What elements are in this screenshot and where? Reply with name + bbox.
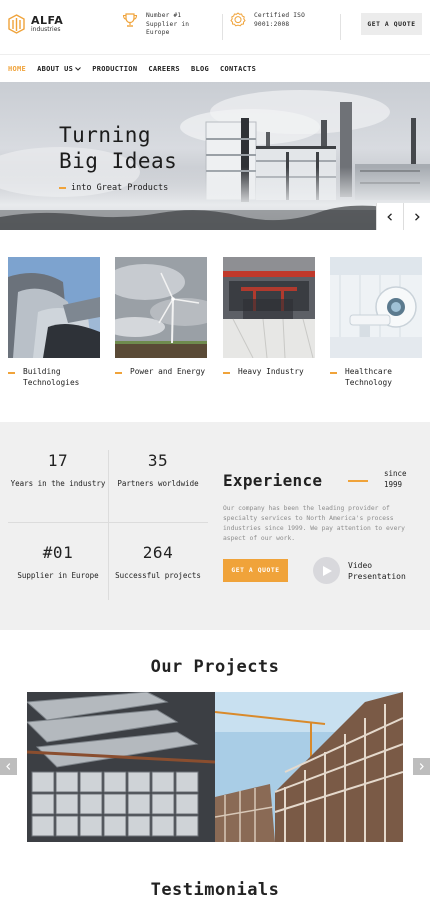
experience-since: since 1999	[384, 469, 407, 489]
chevron-right-icon	[419, 763, 424, 770]
power-and-energy-image	[115, 257, 207, 358]
main-nav: HOME ABOUT US PRODUCTION CAREERS BLOG CO…	[0, 54, 430, 82]
hero-slider-controls	[376, 203, 430, 230]
logo-icon	[8, 14, 25, 34]
stat-label: Successful projects	[115, 571, 201, 580]
stat-value: 35	[147, 451, 169, 470]
certificate-icon	[230, 12, 246, 27]
building-technologies-image	[8, 257, 100, 358]
nav-item-about-us[interactable]: ABOUT US	[37, 65, 82, 73]
stat-label: Years in the industry	[10, 479, 106, 488]
header-info-certified: Certified ISO 9001:2008	[230, 12, 314, 29]
industry-label: Building Technologies	[23, 367, 80, 387]
healthcare-technology-image	[330, 257, 422, 358]
hero-next-button[interactable]	[403, 203, 430, 230]
industry-label: Healthcare Technology	[345, 367, 392, 387]
nav-item-home[interactable]: HOME	[8, 65, 26, 73]
video-presentation-label: Video Presentation	[348, 561, 406, 581]
top-bar: ALFA industries Number #1 Supplier in Eu…	[0, 0, 430, 54]
accent-dash	[8, 372, 15, 374]
experience-description: Our company has been the leading provide…	[223, 505, 405, 542]
play-icon	[323, 565, 332, 576]
accent-dash	[59, 187, 66, 189]
industries-section: Building Technologies Power and Energy H…	[0, 230, 430, 420]
project-image-construction[interactable]	[215, 692, 403, 842]
header-info-text: Number #1 Supplier in Europe	[146, 12, 190, 36]
header-info-text: Certified ISO 9001:2008	[254, 12, 306, 28]
heavy-industry-image	[223, 257, 315, 358]
stat-supplier: #01 Supplier in Europe	[8, 543, 108, 581]
accent-dash	[115, 372, 122, 374]
chevron-left-icon	[387, 212, 392, 221]
header-info-supplier: Number #1 Supplier in Europe	[122, 12, 204, 38]
get-quote-button[interactable]: GET A QUOTE	[223, 559, 288, 582]
industry-label: Power and Energy	[130, 367, 206, 376]
hero-title-line: Turning	[59, 123, 152, 147]
stats-section: 17 Years in the industry 35 Partners wor…	[0, 422, 430, 630]
video-play-button[interactable]	[313, 557, 340, 584]
stat-years: 17 Years in the industry	[8, 451, 108, 489]
chevron-down-icon	[75, 67, 82, 71]
chevron-right-icon	[415, 212, 420, 221]
accent-dash	[330, 372, 337, 374]
header-divider	[340, 14, 341, 40]
accent-dash	[223, 372, 230, 374]
stat-label: Partners worldwide	[117, 479, 199, 488]
chevron-left-icon	[6, 763, 11, 770]
hero-subtitle: into Great Products	[59, 183, 168, 193]
hero-slider: Turning Big Ideas into Great Products	[0, 82, 430, 230]
experience-title: Experience	[223, 471, 323, 490]
stat-value: 264	[142, 543, 174, 562]
projects-title: Our Projects	[150, 657, 280, 677]
get-quote-button[interactable]: GET A QUOTE	[361, 13, 422, 35]
trophy-icon	[122, 13, 138, 27]
projects-prev-button[interactable]	[0, 758, 17, 775]
stat-projects: 264 Successful projects	[108, 543, 208, 581]
industry-card[interactable]: Healthcare Technology	[330, 257, 422, 388]
accent-line	[348, 480, 368, 482]
stat-partners: 35 Partners worldwide	[108, 451, 208, 489]
stat-label: Supplier in Europe	[17, 571, 99, 580]
brand-name: ALFA	[31, 14, 64, 27]
brand-tagline: industries	[31, 26, 61, 33]
logo[interactable]: ALFA industries	[8, 12, 63, 36]
hero-title: Turning Big Ideas	[59, 122, 177, 174]
nav-item-blog[interactable]: BLOG	[191, 65, 209, 73]
testimonials-title: Testimonials	[150, 880, 280, 900]
industry-card[interactable]: Power and Energy	[115, 257, 207, 378]
hero-subtitle-text: into Great Products	[71, 183, 169, 193]
project-image-steel-pipes[interactable]	[27, 692, 215, 842]
nav-item-label: ABOUT US	[37, 65, 74, 73]
stat-value: #01	[42, 543, 74, 562]
nav-item-careers[interactable]: CAREERS	[148, 65, 180, 73]
header-divider	[222, 14, 223, 40]
hero-prev-button[interactable]	[376, 203, 403, 230]
hero-title-line: Big Ideas	[59, 149, 178, 173]
projects-next-button[interactable]	[413, 758, 430, 775]
industry-card[interactable]: Heavy Industry	[223, 257, 315, 378]
industry-card[interactable]: Building Technologies	[8, 257, 100, 388]
stat-value: 17	[47, 451, 69, 470]
industry-label: Heavy Industry	[238, 367, 304, 376]
nav-item-contacts[interactable]: CONTACTS	[220, 65, 256, 73]
nav-item-production[interactable]: PRODUCTION	[92, 65, 137, 73]
